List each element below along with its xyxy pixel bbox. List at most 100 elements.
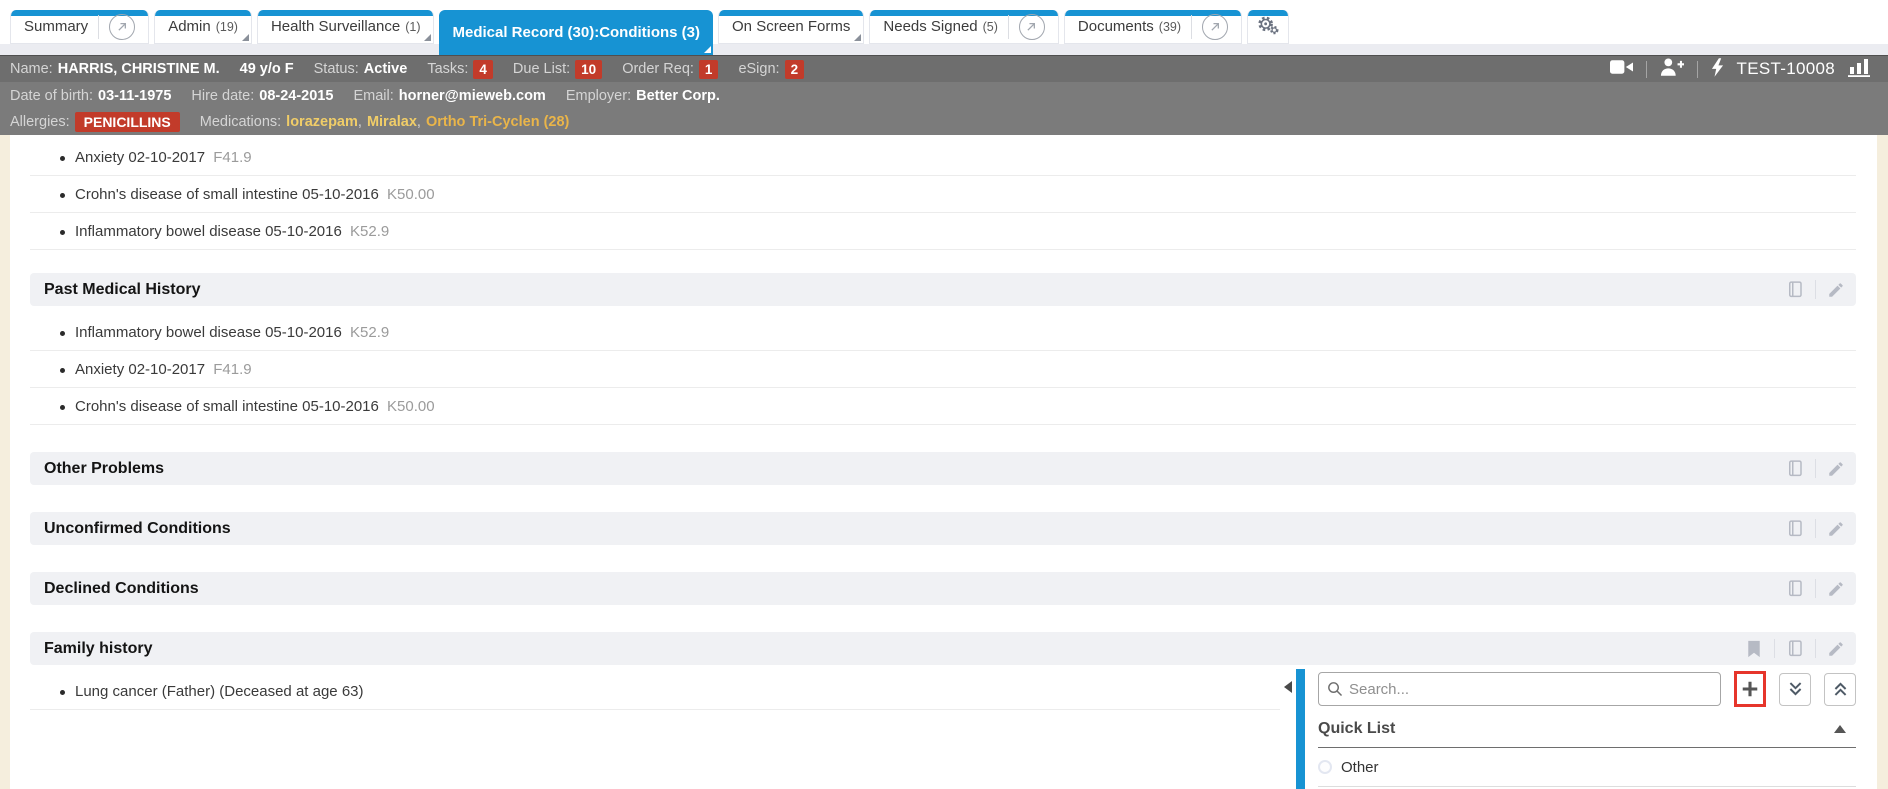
condition-item[interactable]: Anxiety 02-10-2017 F41.9: [30, 139, 1856, 176]
bookmark-icon[interactable]: [1734, 632, 1774, 665]
condition-text[interactable]: Lung cancer (Father) (Deceased at age 63…: [75, 683, 364, 700]
tab-fold-icon: [854, 34, 861, 41]
patient-id: TEST-10008: [1737, 59, 1835, 79]
condition-code: F41.9: [213, 361, 251, 378]
expand-all-button[interactable]: [1779, 673, 1811, 706]
book-icon[interactable]: [1775, 512, 1815, 545]
patient-name: HARRIS, CHRISTINE M.: [58, 61, 220, 77]
order-req-label: Order Req:: [622, 61, 694, 77]
tab-medical-record-conditions[interactable]: Medical Record (30):Conditions (3): [439, 10, 713, 55]
email-value[interactable]: horner@mieweb.com: [399, 88, 546, 104]
search-box[interactable]: [1318, 672, 1721, 706]
edit-pencil-icon[interactable]: [1816, 452, 1856, 485]
condition-text[interactable]: Crohn's disease of small intestine 05-10…: [75, 398, 379, 415]
condition-text[interactable]: Inflammatory bowel disease 05-10-2016: [75, 223, 342, 240]
patient-info-bar: Date of birth: 03-11-1975 Hire date: 08-…: [0, 82, 1888, 109]
tab-count: (39): [1159, 20, 1181, 34]
quick-list-title: Quick List: [1318, 720, 1395, 738]
tab-settings-button[interactable]: [1247, 10, 1289, 44]
tab-count: (5): [983, 20, 998, 34]
chart-content: Anxiety 02-10-2017 F41.9 Crohn's disease…: [0, 135, 1888, 789]
condition-item[interactable]: Crohn's disease of small intestine 05-10…: [30, 176, 1856, 213]
condition-code: F41.9: [213, 149, 251, 166]
radio-button[interactable]: [1318, 760, 1332, 774]
condition-text[interactable]: Inflammatory bowel disease 05-10-2016: [75, 324, 342, 341]
condition-text[interactable]: Crohn's disease of small intestine 05-10…: [75, 186, 379, 203]
external-link-icon[interactable]: [1202, 14, 1228, 40]
dob-label: Date of birth:: [10, 88, 93, 104]
allergy-badge[interactable]: PENICILLINS: [75, 112, 180, 132]
tasks-count-badge[interactable]: 4: [473, 60, 493, 79]
section-unconfirmed-conditions: Unconfirmed Conditions: [30, 512, 1856, 545]
tab-label: Health Surveillance: [271, 18, 400, 35]
tab-fold-icon: [242, 34, 249, 41]
tab-needs-signed[interactable]: Needs Signed (5): [869, 10, 1059, 44]
section-past-medical-history: Past Medical History Inflammatory bowel …: [30, 273, 1856, 425]
section-header: Family history: [30, 632, 1856, 665]
external-link-icon[interactable]: [1019, 14, 1045, 40]
tab-documents[interactable]: Documents (39): [1064, 10, 1242, 44]
medication-link[interactable]: Ortho Tri-Cyclen (28): [426, 114, 569, 130]
edit-pencil-icon[interactable]: [1816, 273, 1856, 306]
section-title: Unconfirmed Conditions: [44, 520, 231, 538]
collapse-section-arrow-icon[interactable]: [1834, 725, 1846, 733]
quick-list-header[interactable]: Quick List: [1318, 720, 1856, 748]
book-icon[interactable]: [1775, 572, 1815, 605]
condition-text[interactable]: Anxiety 02-10-2017: [75, 149, 205, 166]
tab-label: Needs Signed: [883, 18, 977, 35]
quick-list-option-other[interactable]: Other: [1318, 748, 1856, 787]
esign-count-badge[interactable]: 2: [785, 60, 805, 79]
condition-item[interactable]: Crohn's disease of small intestine 05-10…: [30, 388, 1856, 425]
tab-on-screen-forms[interactable]: On Screen Forms: [718, 10, 864, 44]
tab-count: (19): [216, 20, 238, 34]
tab-admin[interactable]: Admin (19): [154, 10, 252, 44]
double-chevron-up-icon: [1832, 681, 1849, 697]
edit-pencil-icon[interactable]: [1816, 512, 1856, 545]
header-divider: [1646, 61, 1647, 78]
lightning-icon[interactable]: [1711, 58, 1724, 81]
condition-item[interactable]: Inflammatory bowel disease 05-10-2016 K5…: [30, 314, 1856, 351]
edit-pencil-icon[interactable]: [1816, 572, 1856, 605]
order-req-count-badge[interactable]: 1: [699, 60, 719, 79]
video-camera-icon[interactable]: [1610, 59, 1633, 79]
medications-label: Medications:: [200, 114, 281, 130]
section-header: Unconfirmed Conditions: [30, 512, 1856, 545]
search-icon: [1327, 681, 1343, 697]
due-list-count-badge[interactable]: 10: [575, 60, 602, 79]
add-condition-button[interactable]: [1734, 671, 1766, 707]
tab-fold-icon: [704, 46, 711, 53]
collapse-left-arrow-icon: [1284, 681, 1292, 693]
tab-divider: [98, 15, 99, 39]
tab-health-surveillance[interactable]: Health Surveillance (1): [257, 10, 435, 44]
condition-item[interactable]: Anxiety 02-10-2017 F41.9: [30, 351, 1856, 388]
add-person-icon[interactable]: [1660, 58, 1684, 80]
search-input[interactable]: [1349, 681, 1712, 698]
allergy-medication-bar: Allergies: PENICILLINS Medications: lora…: [0, 109, 1888, 135]
tab-count: (1): [405, 20, 420, 34]
esign-label: eSign:: [738, 61, 779, 77]
book-icon[interactable]: [1775, 273, 1815, 306]
tab-divider: [1008, 15, 1009, 39]
left-edge-strip: [0, 135, 10, 789]
collapse-all-button[interactable]: [1824, 673, 1856, 706]
edit-pencil-icon[interactable]: [1816, 632, 1856, 665]
tab-bar: Summary Admin (19) Health Surveillance (…: [0, 0, 1888, 44]
book-icon[interactable]: [1775, 452, 1815, 485]
section-header: Other Problems: [30, 452, 1856, 485]
condition-code: K50.00: [387, 398, 435, 415]
collapse-popup-button[interactable]: [1280, 669, 1296, 789]
section-header: Past Medical History: [30, 273, 1856, 306]
chart-icon[interactable]: [1848, 58, 1872, 81]
medication-link[interactable]: Miralax: [367, 114, 417, 130]
external-link-icon[interactable]: [109, 14, 135, 40]
tab-summary[interactable]: Summary: [10, 10, 149, 44]
medication-link[interactable]: lorazepam: [286, 114, 358, 130]
plus-icon: [1740, 679, 1760, 699]
condition-text[interactable]: Anxiety 02-10-2017: [75, 361, 205, 378]
condition-item[interactable]: Inflammatory bowel disease 05-10-2016 K5…: [30, 213, 1856, 250]
book-icon[interactable]: [1775, 632, 1815, 665]
patient-age-sex: 49 y/o F: [240, 61, 294, 77]
right-scroll-gutter[interactable]: [1877, 135, 1888, 789]
section-title: Other Problems: [44, 460, 164, 478]
due-list-label: Due List:: [513, 61, 570, 77]
